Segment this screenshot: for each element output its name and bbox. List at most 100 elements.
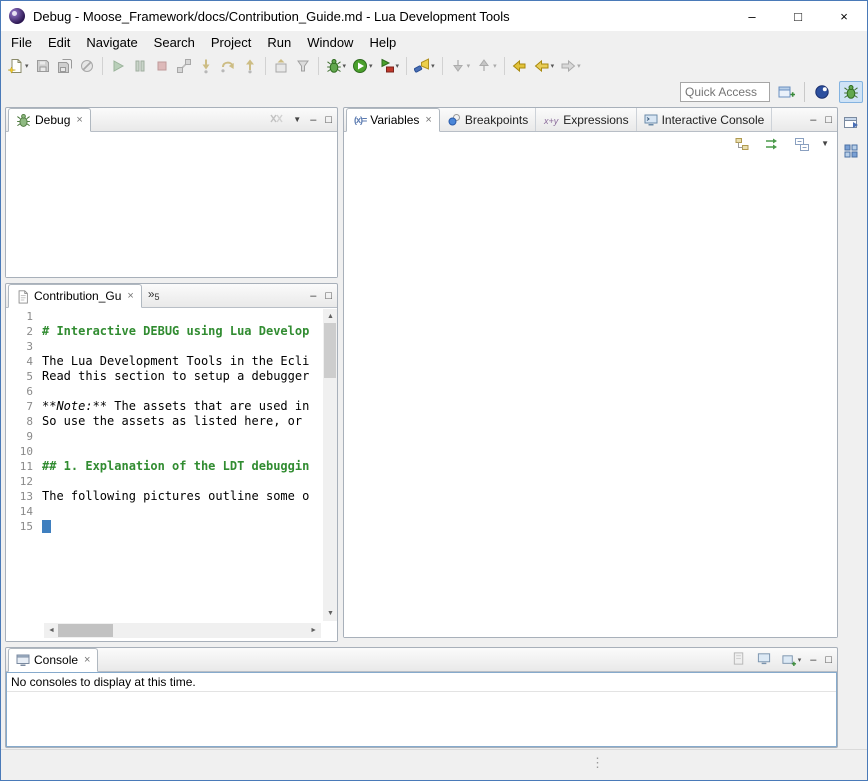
show-logical-structures-button[interactable] bbox=[761, 133, 783, 155]
editor-line: 8So use the assets as listed here, or bbox=[6, 414, 323, 429]
editor-text-area[interactable]: 1 2# Interactive DEBUG using Lua Develop… bbox=[6, 309, 323, 624]
save-button[interactable] bbox=[32, 55, 54, 77]
debug-launch-button[interactable]: ▾ bbox=[323, 55, 350, 77]
tab-interactive-console[interactable]: Interactive Console bbox=[637, 108, 773, 131]
show-type-names-icon bbox=[734, 136, 750, 152]
vertical-scroll-thumb[interactable] bbox=[324, 323, 336, 378]
lua-perspective-button[interactable] bbox=[810, 81, 834, 103]
menu-item-file[interactable]: File bbox=[3, 33, 40, 52]
disconnect-button[interactable] bbox=[173, 55, 195, 77]
menubar: File Edit Navigate Search Project Run Wi… bbox=[1, 31, 867, 53]
skip-all-breakpoints-button[interactable] bbox=[76, 55, 98, 77]
minimize-view-button[interactable]: – bbox=[810, 655, 816, 666]
line-number: 2 bbox=[6, 324, 42, 339]
dropdown-caret-icon: ▾ bbox=[431, 62, 435, 70]
remove-terminated-button[interactable] bbox=[269, 113, 284, 128]
variables-tree-area[interactable] bbox=[344, 156, 837, 637]
back-button[interactable]: ▾ bbox=[531, 55, 558, 77]
menu-item-search[interactable]: Search bbox=[146, 33, 203, 52]
window-minimize-button[interactable]: – bbox=[729, 1, 775, 31]
chevron-icon: » bbox=[148, 287, 155, 301]
outline-view-button[interactable] bbox=[840, 140, 862, 162]
use-step-filters-icon bbox=[295, 58, 311, 74]
collapse-all-button[interactable] bbox=[791, 133, 813, 155]
code-text: Read this section to setup a debugger bbox=[42, 369, 323, 384]
menu-item-navigate[interactable]: Navigate bbox=[78, 33, 145, 52]
maximize-view-button[interactable]: □ bbox=[325, 291, 332, 302]
minimize-view-button[interactable]: – bbox=[310, 291, 316, 302]
view-menu-icon[interactable]: ▼ bbox=[821, 140, 829, 148]
menu-item-project[interactable]: Project bbox=[203, 33, 259, 52]
suspend-button[interactable] bbox=[129, 55, 151, 77]
minimize-view-button[interactable]: – bbox=[310, 115, 316, 126]
drop-to-frame-button[interactable] bbox=[270, 55, 292, 77]
menu-item-help[interactable]: Help bbox=[361, 33, 404, 52]
display-selected-console-button[interactable] bbox=[756, 651, 772, 669]
horizontal-scroll-thumb[interactable] bbox=[58, 624, 113, 637]
debug-view-content[interactable] bbox=[6, 132, 337, 277]
save-all-button[interactable] bbox=[54, 55, 76, 77]
terminate-button[interactable] bbox=[151, 55, 173, 77]
scroll-left-icon[interactable]: ◄ bbox=[48, 627, 55, 634]
dropdown-caret-icon: ▾ bbox=[25, 62, 29, 70]
console-content[interactable]: No consoles to display at this time. bbox=[6, 672, 837, 747]
show-type-names-button[interactable] bbox=[731, 133, 753, 155]
scroll-right-icon[interactable]: ► bbox=[310, 627, 317, 634]
search-button[interactable]: ▾ bbox=[411, 55, 438, 77]
tab-console[interactable]: Console × bbox=[8, 648, 98, 672]
toolbar-separator bbox=[102, 57, 103, 75]
tab-breakpoints[interactable]: Breakpoints bbox=[440, 108, 536, 131]
tab-debug[interactable]: Debug × bbox=[8, 108, 91, 132]
scroll-up-icon[interactable]: ▲ bbox=[327, 313, 334, 320]
maximize-view-button[interactable]: □ bbox=[325, 115, 332, 126]
quick-access-input[interactable] bbox=[680, 82, 770, 102]
minimize-view-button[interactable]: – bbox=[810, 115, 816, 126]
editor-line: 11## 1. Explanation of the LDT debuggin bbox=[6, 459, 323, 474]
restore-view-button[interactable] bbox=[840, 111, 862, 133]
new-wizard-button[interactable]: ▾ bbox=[5, 55, 32, 77]
menu-item-window[interactable]: Window bbox=[299, 33, 361, 52]
open-console-page-button[interactable] bbox=[731, 651, 747, 669]
line-number: 3 bbox=[6, 339, 42, 354]
use-step-filters-button[interactable] bbox=[292, 55, 314, 77]
step-into-button[interactable] bbox=[195, 55, 217, 77]
tab-expressions[interactable]: x+y Expressions bbox=[536, 108, 636, 131]
line-number: 12 bbox=[6, 474, 42, 489]
step-over-button[interactable] bbox=[217, 55, 239, 77]
window-close-button[interactable]: × bbox=[821, 1, 867, 31]
next-annotation-button[interactable]: ▾ bbox=[447, 55, 474, 77]
open-perspective-icon bbox=[778, 84, 796, 100]
open-console-button[interactable]: ▾ bbox=[781, 653, 802, 668]
breakpoints-icon bbox=[447, 113, 461, 127]
maximize-view-button[interactable]: □ bbox=[825, 115, 832, 126]
forward-button[interactable]: ▾ bbox=[557, 55, 584, 77]
editor-horizontal-scrollbar[interactable]: ◄ ► bbox=[44, 623, 321, 638]
menu-item-edit[interactable]: Edit bbox=[40, 33, 78, 52]
window-maximize-button[interactable]: □ bbox=[775, 1, 821, 31]
last-edit-location-button[interactable] bbox=[509, 55, 531, 77]
maximize-view-button[interactable]: □ bbox=[825, 655, 832, 666]
menu-item-run[interactable]: Run bbox=[259, 33, 299, 52]
external-tools-button[interactable]: ▾ bbox=[376, 55, 403, 77]
tab-close-icon[interactable]: × bbox=[127, 290, 133, 302]
dropdown-caret-icon: ▾ bbox=[396, 62, 400, 70]
tab-close-icon[interactable]: × bbox=[76, 114, 82, 126]
resume-button[interactable] bbox=[107, 55, 129, 77]
editor-tab-overflow[interactable]: »5 bbox=[142, 284, 166, 307]
view-menu-icon[interactable]: ▼ bbox=[293, 116, 301, 124]
status-grip-icon[interactable]: ⋮ bbox=[591, 755, 604, 771]
tab-close-icon[interactable]: × bbox=[425, 114, 431, 126]
editor-vertical-scrollbar[interactable]: ▲ ▼ bbox=[323, 309, 337, 621]
editor-tabbar: Contribution_Gu × »5 – □ bbox=[6, 284, 337, 308]
code-text: ## 1. Explanation of the LDT debuggin bbox=[42, 459, 323, 474]
run-launch-button[interactable]: ▾ bbox=[349, 55, 376, 77]
tab-close-icon[interactable]: × bbox=[84, 654, 90, 666]
step-return-button[interactable] bbox=[239, 55, 261, 77]
open-perspective-button[interactable] bbox=[775, 81, 799, 103]
tab-variables[interactable]: (x)= Variables × bbox=[346, 108, 440, 132]
previous-annotation-button[interactable]: ▾ bbox=[473, 55, 500, 77]
tab-contribution-guide[interactable]: Contribution_Gu × bbox=[8, 284, 142, 308]
debug-perspective-button[interactable] bbox=[839, 81, 863, 103]
scroll-down-icon[interactable]: ▼ bbox=[327, 610, 334, 617]
code-text bbox=[42, 339, 323, 354]
